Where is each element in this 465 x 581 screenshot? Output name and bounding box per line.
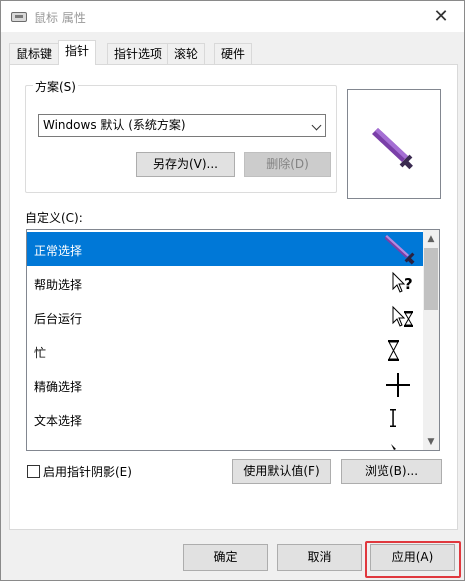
cursor-list-scrollbar[interactable]: ▲ ▼ xyxy=(423,230,439,450)
save-as-button[interactable]: 另存为(V)... xyxy=(136,152,235,177)
tab-buttons[interactable]: 鼠标键 xyxy=(9,43,60,64)
list-item-precision-select[interactable]: 精确选择 xyxy=(27,368,423,402)
list-item-help-select[interactable]: 帮助选择 ? xyxy=(27,266,423,300)
scheme-group: 方案(S) Windows 默认 (系统方案) 另存为(V)... 删除(D) xyxy=(25,78,337,193)
close-button[interactable]: ✕ xyxy=(418,1,464,32)
title-bar: 鼠标 属性 ✕ xyxy=(1,1,464,32)
working-in-background-cursor-icon xyxy=(392,305,413,327)
list-item-text-select[interactable]: 文本选择 xyxy=(27,402,423,436)
text-ibeam-cursor-icon xyxy=(390,409,396,427)
tab-wheel[interactable]: 滚轮 xyxy=(167,43,206,64)
scheme-group-label: 方案(S) xyxy=(33,78,78,95)
chevron-down-icon xyxy=(311,120,322,131)
window-title: 鼠标 属性 xyxy=(34,11,86,25)
delete-scheme-button[interactable]: 删除(D) xyxy=(244,152,331,177)
ok-button[interactable]: 确定 xyxy=(183,544,268,571)
sword-cursor-icon xyxy=(385,235,415,265)
scheme-dropdown[interactable]: Windows 默认 (系统方案) xyxy=(38,114,326,137)
browse-button[interactable]: 浏览(B)... xyxy=(341,459,442,484)
handwriting-pen-cursor-icon xyxy=(391,444,396,450)
chevron-down-icon: ▼ xyxy=(427,436,435,447)
list-item-busy[interactable]: 忙 xyxy=(27,334,423,368)
list-item-working-in-background[interactable]: 后台运行 xyxy=(27,300,423,334)
svg-text:?: ? xyxy=(404,275,413,293)
scroll-down-button[interactable]: ▼ xyxy=(423,433,439,450)
chevron-up-icon: ▲ xyxy=(427,233,435,244)
cursor-list[interactable]: 正常选择 帮助选择 ? 后台运行 忙 精确选择 文本选择 ▲ ▼ xyxy=(26,229,440,451)
apply-button[interactable]: 应用(A) xyxy=(370,544,455,571)
shadow-option[interactable]: 启用指针阴影(E) xyxy=(27,463,132,479)
sword-cursor-icon xyxy=(372,128,413,170)
scroll-up-button[interactable]: ▲ xyxy=(423,230,439,247)
customize-label: 自定义(C): xyxy=(25,211,83,225)
cursor-preview xyxy=(347,89,441,199)
scroll-thumb[interactable] xyxy=(424,248,438,310)
precision-crosshair-cursor-icon xyxy=(386,373,410,397)
busy-hourglass-cursor-icon xyxy=(388,340,399,361)
tab-pointers[interactable]: 指针 xyxy=(58,40,97,65)
close-icon: ✕ xyxy=(433,6,449,27)
mouse-app-icon xyxy=(11,12,27,22)
list-item-normal-select[interactable]: 正常选择 xyxy=(27,232,423,266)
list-item-handwriting[interactable] xyxy=(27,436,423,450)
pointers-tab-panel: 方案(S) Windows 默认 (系统方案) 另存为(V)... 删除(D) xyxy=(9,64,458,530)
cancel-button[interactable]: 取消 xyxy=(277,544,362,571)
enable-shadow-label: 启用指针阴影(E) xyxy=(43,464,132,479)
mouse-properties-window: 鼠标 属性 ✕ 鼠标键 指针 指针选项 滚轮 硬件 方案(S) Windows … xyxy=(0,0,465,581)
use-default-button[interactable]: 使用默认值(F) xyxy=(232,459,331,484)
scheme-dropdown-value: Windows 默认 (系统方案) xyxy=(43,118,186,132)
tab-hardware[interactable]: 硬件 xyxy=(214,43,253,64)
enable-shadow-checkbox[interactable] xyxy=(27,464,40,478)
help-select-cursor-icon: ? xyxy=(392,271,413,293)
tab-pointer-options[interactable]: 指针选项 xyxy=(107,43,170,64)
